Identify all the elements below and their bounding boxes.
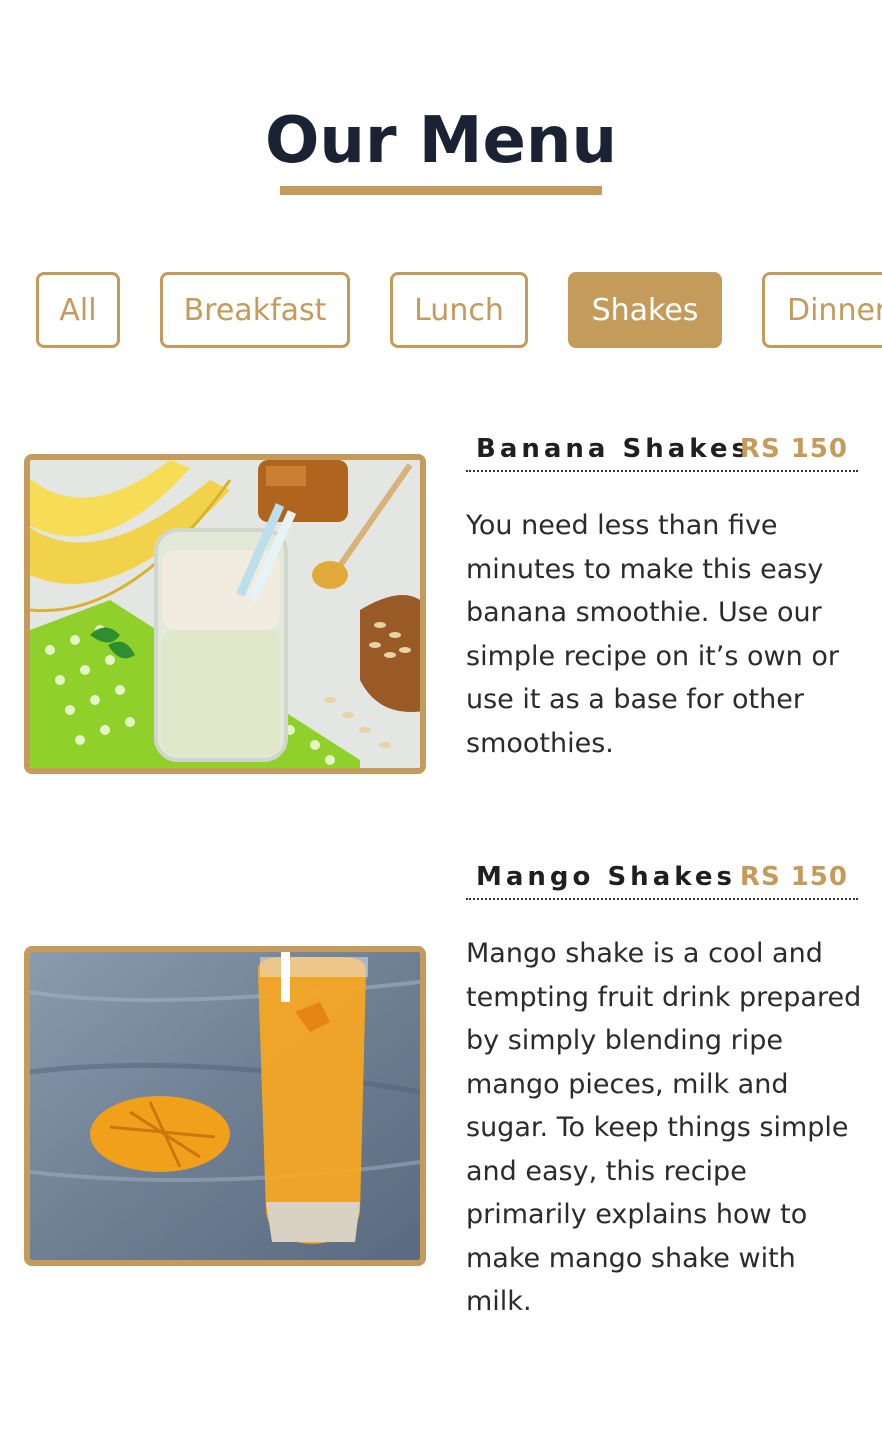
item-price: RS 150 (739, 434, 848, 464)
title-underline (280, 186, 602, 195)
item-description: Mango shake is a cool and tempting fruit… (466, 938, 862, 1317)
filter-shakes-button[interactable]: Shakes (568, 272, 722, 348)
banana-shake-image (24, 454, 426, 774)
filter-lunch-button[interactable]: Lunch (390, 272, 528, 348)
item-name: Mango Shakes (476, 862, 736, 892)
filter-all-button[interactable]: All (36, 272, 120, 348)
item-description: You need less than five minutes to make … (466, 510, 839, 759)
item-name: Banana Shakes (476, 434, 752, 464)
item-price: RS 150 (739, 862, 848, 892)
mango-shake-image (24, 946, 426, 1266)
mango-item-header: Mango Shakes RS 150 (466, 860, 858, 900)
page-title: Our Menu (264, 104, 618, 178)
filter-breakfast-button[interactable]: Breakfast (160, 272, 350, 348)
banana-item-header: Banana Shakes RS 150 (466, 432, 858, 472)
filter-dinner-button[interactable]: Dinner (762, 272, 882, 348)
